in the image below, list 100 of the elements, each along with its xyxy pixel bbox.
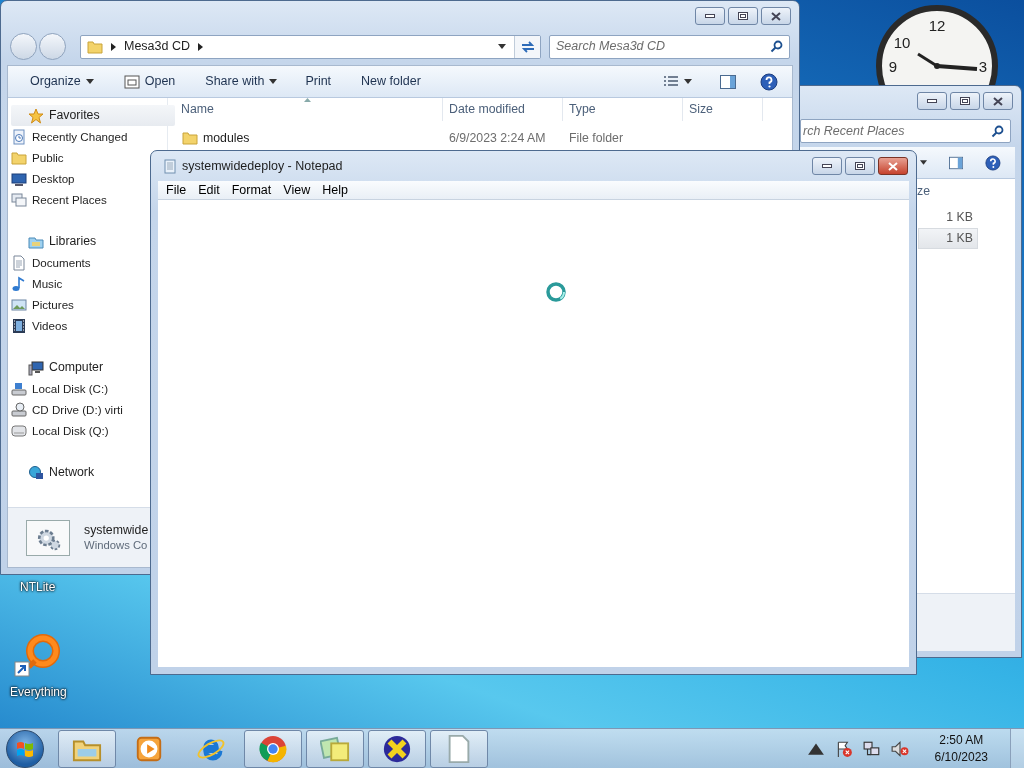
nav-label: Local Disk (Q:) — [32, 422, 109, 439]
nav-item[interactable]: Pictures — [11, 294, 74, 315]
restore-icon — [855, 162, 865, 170]
start-button[interactable] — [6, 729, 44, 768]
menu-item[interactable]: Help — [316, 180, 354, 200]
nav-item[interactable]: Recent Places — [11, 189, 107, 210]
clock-button[interactable]: 2:50 AM 6/10/2023 — [930, 731, 992, 766]
nav-item[interactable]: Libraries — [11, 231, 97, 252]
menu-item[interactable]: Edit — [192, 180, 226, 200]
chevron-icon — [198, 42, 203, 51]
chevron-icon — [111, 42, 116, 51]
menu-item[interactable]: File — [160, 180, 193, 200]
maximize-button[interactable] — [845, 157, 875, 175]
menu-item[interactable]: View — [277, 180, 317, 200]
circle-logo-icon — [258, 733, 288, 764]
search-field[interactable]: rch Recent Places — [800, 119, 1011, 143]
clock-hands-icon — [917, 52, 978, 71]
details-subtitle: Windows Co — [84, 538, 149, 554]
speaker-muted-icon — [890, 739, 909, 758]
refresh-arrows-icon — [519, 39, 536, 54]
hard-drive-icon — [11, 380, 27, 397]
breadcrumb[interactable]: Mesa3d CD — [124, 37, 190, 56]
maximize-button[interactable] — [728, 7, 758, 25]
nav-label: Favorites — [49, 107, 100, 125]
toolbar-button[interactable]: Organize — [22, 69, 102, 94]
column-header[interactable]: Date modified — [443, 98, 563, 121]
column-header[interactable]: Size — [683, 98, 763, 121]
file-row[interactable]: modules 6/9/2023 2:24 AM File folder — [173, 127, 792, 149]
taskbar-button[interactable] — [368, 729, 426, 768]
nav-label: Videos — [32, 317, 68, 334]
file-row[interactable]: 1 KB — [918, 228, 978, 249]
preview-pane-icon[interactable] — [949, 154, 964, 171]
caret-icon — [269, 79, 278, 84]
nav-label: Recently Changed — [32, 128, 128, 145]
computer-icon — [28, 359, 44, 376]
nav-item[interactable]: Local Disk (Q:) — [11, 420, 109, 441]
minimize-button[interactable] — [917, 92, 947, 110]
file-size: 1 KB — [946, 230, 973, 248]
toolbar-button[interactable]: Share with — [197, 69, 286, 94]
preview-pane-icon[interactable] — [720, 73, 736, 90]
clock-numeral: 3 — [978, 58, 988, 75]
nav-item[interactable]: CD Drive (D:) virti — [11, 399, 123, 420]
ring-shortcut-icon[interactable] — [13, 633, 61, 677]
nav-label: Computer — [49, 359, 103, 377]
search-icon — [770, 40, 783, 53]
clock-date: 6/10/2023 — [934, 748, 988, 765]
minimize-icon — [927, 99, 937, 103]
nav-item[interactable]: Network — [11, 462, 95, 483]
nav-item[interactable]: Videos — [11, 315, 68, 336]
search-icon — [991, 124, 1004, 138]
toolbar-button[interactable]: New folder — [353, 69, 429, 94]
minimize-button[interactable] — [812, 157, 842, 175]
restore-icon — [960, 97, 970, 105]
nav-label: Desktop — [32, 170, 75, 187]
x-circle-icon — [382, 733, 412, 764]
minimize-icon — [822, 164, 832, 168]
picture-icon — [11, 296, 27, 313]
nav-label: Music — [32, 275, 63, 292]
nav-label: Public — [32, 149, 64, 166]
close-button[interactable] — [761, 7, 791, 25]
nav-item[interactable]: Music — [11, 273, 63, 294]
column-header[interactable]: Type — [563, 98, 683, 121]
document-clock-icon — [11, 128, 27, 145]
column-header[interactable]: ze — [917, 181, 930, 201]
nav-label: Local Disk (C:) — [32, 380, 109, 397]
nav-label: Pictures — [32, 296, 74, 313]
menu-item[interactable]: Format — [225, 180, 278, 200]
address-bar[interactable]: Mesa3d CD — [80, 34, 541, 59]
toolbar-button[interactable]: Print — [297, 69, 340, 94]
clock-time: 2:50 AM — [938, 732, 985, 749]
nav-item[interactable]: Favorites — [11, 105, 175, 126]
close-button[interactable] — [878, 157, 908, 175]
nav-item[interactable]: Recently Changed — [11, 126, 128, 147]
close-button[interactable] — [983, 92, 1013, 110]
search-field[interactable]: Search Mesa3d CD — [549, 34, 790, 59]
nav-item[interactable]: Desktop — [11, 168, 75, 189]
folder-icon — [11, 149, 27, 166]
window-title: systemwidedeploy - Notepad — [182, 157, 343, 175]
minimize-button[interactable] — [695, 7, 725, 25]
folder-icon — [87, 38, 103, 55]
nav-item[interactable]: Documents — [11, 252, 91, 273]
caret-icon — [85, 79, 94, 84]
drive-icon — [11, 422, 27, 439]
globe-icon — [28, 464, 44, 481]
window-list-icon — [123, 73, 140, 90]
file-row[interactable]: 1 KB — [918, 207, 978, 228]
nav-item[interactable]: Local Disk (C:) — [11, 378, 109, 399]
folder-icon — [182, 130, 198, 146]
date-modified: 6/9/2023 2:24 AM — [449, 130, 546, 145]
nav-item[interactable]: Public — [11, 147, 64, 168]
music-note-icon — [11, 275, 27, 292]
nav-label: Network — [49, 464, 95, 482]
refresh-button[interactable] — [514, 35, 540, 58]
nav-item[interactable]: Computer — [11, 357, 103, 378]
help-icon[interactable] — [760, 72, 778, 91]
nav-label: CD Drive (D:) virti — [32, 401, 123, 418]
help-icon[interactable] — [985, 153, 1001, 172]
maximize-button[interactable] — [950, 92, 980, 110]
caret-icon — [920, 160, 928, 165]
toolbar-button[interactable]: Open — [115, 69, 184, 94]
